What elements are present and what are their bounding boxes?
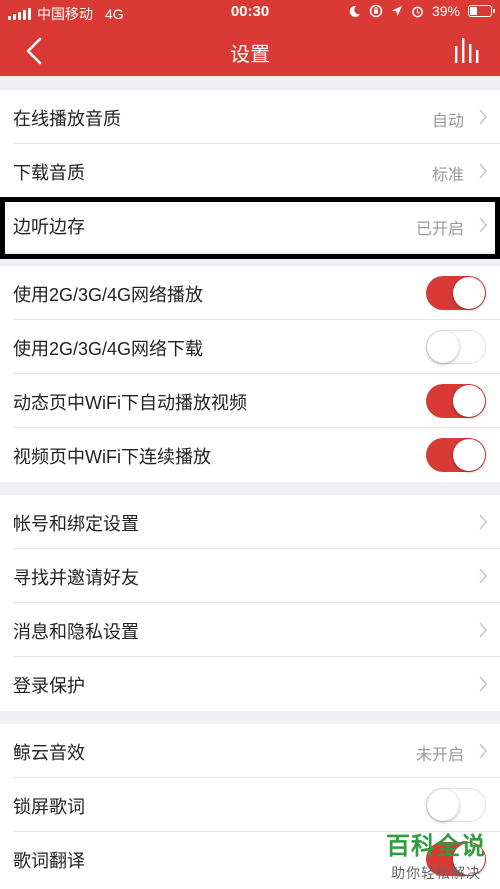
alarm-icon: [412, 6, 423, 17]
chevron-right-icon: [479, 163, 488, 179]
setting-label: 寻找并邀请好友: [13, 568, 139, 588]
network-section: 使用2G/3G/4G网络播放 使用2G/3G/4G网络下载 动态页中WiFi下自…: [0, 266, 500, 482]
top-bar: 中国移动 4G 00:30 39% 设置: [0, 0, 500, 76]
setting-label: 下载音质: [13, 163, 85, 183]
setting-label: 鲸云音效: [13, 743, 85, 763]
chevron-right-icon: [479, 514, 488, 530]
setting-label: 边听边存: [13, 217, 85, 237]
quality-section: 在线播放音质 自动 下载音质 标准 边听边存 已开启: [0, 90, 500, 252]
setting-row-login-protect[interactable]: 登录保护: [0, 657, 500, 711]
setting-value: 未开启: [415, 747, 464, 764]
toggle-switch[interactable]: [426, 276, 486, 310]
setting-label: 锁屏歌词: [13, 797, 85, 817]
page-title: 设置: [230, 44, 270, 66]
setting-label: 登录保护: [13, 676, 85, 696]
toggle-switch[interactable]: [426, 330, 486, 364]
setting-label: 动态页中WiFi下自动播放视频: [13, 393, 247, 413]
status-bar: 中国移动 4G 00:30 39%: [0, 0, 500, 24]
setting-label: 歌词翻译: [13, 851, 85, 871]
setting-label: 视频页中WiFi下连续播放: [13, 447, 211, 467]
setting-row-mobile-play: 使用2G/3G/4G网络播放: [0, 266, 500, 320]
setting-label: 使用2G/3G/4G网络播放: [13, 285, 204, 305]
setting-row-video-continuous: 视频页中WiFi下连续播放: [0, 428, 500, 482]
setting-row-privacy[interactable]: 消息和隐私设置: [0, 603, 500, 657]
chevron-right-icon: [479, 743, 488, 759]
setting-row-listen-save[interactable]: 边听边存 已开启: [0, 198, 500, 252]
chevron-right-icon: [479, 217, 488, 233]
watermark-subtitle: 助你轻松解决: [391, 865, 481, 881]
setting-row-mobile-download: 使用2G/3G/4G网络下载: [0, 320, 500, 374]
moon-icon: [349, 5, 361, 17]
setting-row-feed-autoplay: 动态页中WiFi下自动播放视频: [0, 374, 500, 428]
setting-row-online-quality[interactable]: 在线播放音质 自动: [0, 90, 500, 144]
setting-value: 已开启: [415, 221, 464, 238]
setting-row-download-quality[interactable]: 下载音质 标准: [0, 144, 500, 198]
location-icon: [391, 6, 402, 16]
chevron-right-icon: [479, 676, 488, 692]
setting-value: 自动: [431, 113, 464, 130]
setting-label: 帐号和绑定设置: [13, 514, 139, 534]
setting-row-lockscreen-lyrics: 锁屏歌词: [0, 778, 500, 832]
toggle-switch[interactable]: [426, 384, 486, 418]
account-section: 帐号和绑定设置 寻找并邀请好友 消息和隐私设置 登录保护: [0, 495, 500, 711]
setting-row-account-binding[interactable]: 帐号和绑定设置: [0, 495, 500, 549]
chevron-right-icon: [479, 568, 488, 584]
battery-icon: [468, 5, 495, 17]
nav-bar: 设置: [0, 24, 500, 76]
setting-label: 在线播放音质: [13, 109, 121, 129]
setting-label: 消息和隐私设置: [13, 622, 139, 642]
toggle-switch[interactable]: [426, 438, 486, 472]
chevron-right-icon: [479, 109, 488, 125]
watermark-title: 百科全说: [386, 833, 486, 860]
setting-row-invite-friends[interactable]: 寻找并邀请好友: [0, 549, 500, 603]
setting-row-sound-effect[interactable]: 鲸云音效 未开启: [0, 724, 500, 778]
setting-label: 使用2G/3G/4G网络下载: [13, 339, 204, 359]
toggle-switch[interactable]: [426, 788, 486, 822]
watermark: 百科全说 助你轻松解决: [386, 826, 486, 883]
setting-value: 标准: [431, 167, 464, 184]
equalizer-icon[interactable]: [452, 36, 482, 64]
battery-percent: 39%: [431, 3, 460, 19]
chevron-right-icon: [479, 622, 488, 638]
rotation-lock-icon: [369, 4, 383, 18]
